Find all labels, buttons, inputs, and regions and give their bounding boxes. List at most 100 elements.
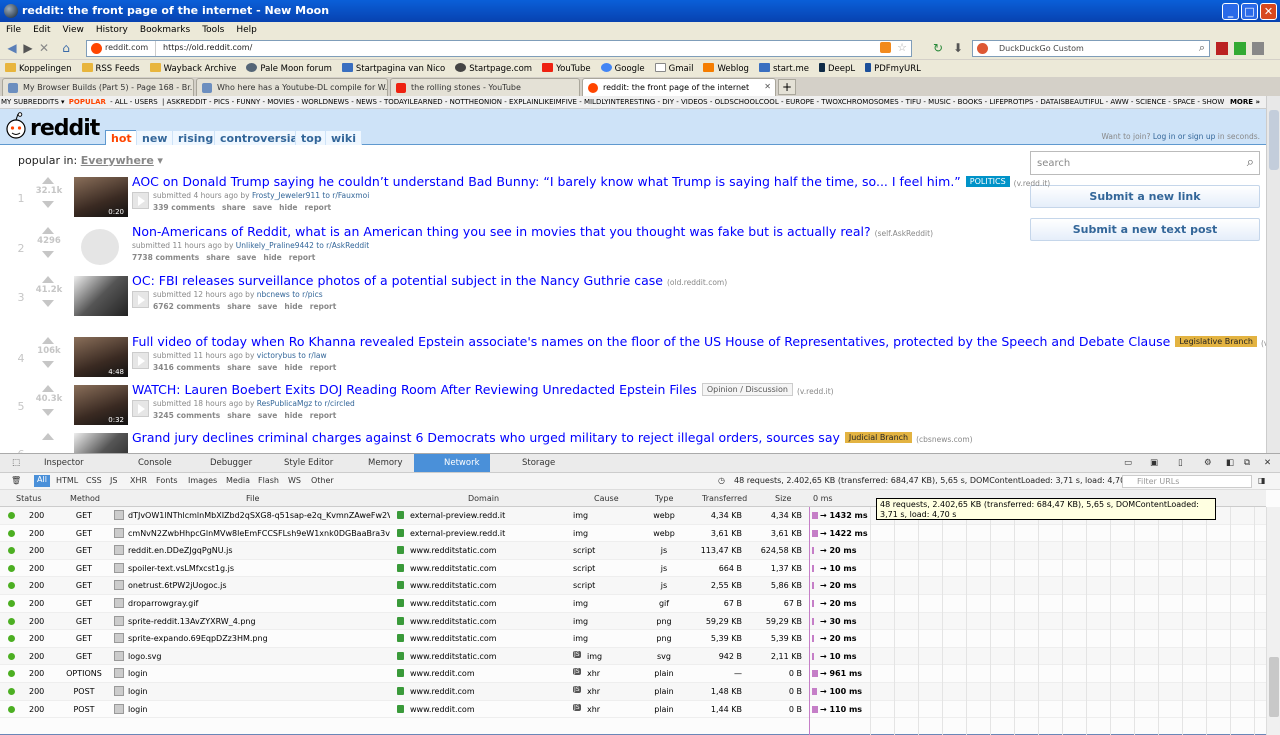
dock-icon[interactable]: ▭ bbox=[1124, 454, 1140, 472]
snoo-logo-icon[interactable] bbox=[5, 112, 27, 140]
bookmark-star-icon[interactable]: ☆ bbox=[897, 41, 907, 54]
post-title-link[interactable]: Non-Americans of Reddit, what is an Amer… bbox=[132, 224, 871, 239]
sr-more-link[interactable]: MORE » bbox=[1223, 96, 1266, 108]
menu-tools[interactable]: Tools bbox=[196, 22, 230, 35]
bookmark-item[interactable]: Google bbox=[596, 60, 650, 74]
col-size[interactable]: Size bbox=[775, 494, 791, 503]
downvote-arrow-icon[interactable] bbox=[42, 300, 54, 307]
share-link[interactable]: share bbox=[206, 253, 230, 262]
save-link[interactable]: save bbox=[258, 302, 278, 311]
my-subreddits-dropdown[interactable]: MY SUBREDDITS ▾ bbox=[0, 96, 66, 106]
close-devtools-icon[interactable]: ✕ bbox=[1264, 454, 1276, 472]
comments-link[interactable]: 3245 comments bbox=[153, 411, 220, 420]
location-dropdown[interactable]: Everywhere bbox=[81, 154, 154, 167]
filter-fonts[interactable]: Fonts bbox=[156, 476, 178, 485]
tab-rising[interactable]: rising bbox=[172, 130, 220, 145]
save-link[interactable]: save bbox=[237, 253, 257, 262]
hide-link[interactable]: hide bbox=[263, 253, 281, 262]
tab[interactable]: the rolling stones - YouTube bbox=[390, 78, 580, 96]
tab-hot[interactable]: hot bbox=[105, 130, 138, 145]
bookmark-item[interactable]: Koppelingen bbox=[0, 60, 77, 74]
self-post-thumbnail[interactable] bbox=[74, 227, 128, 267]
filter-flash[interactable]: Flash bbox=[258, 476, 279, 485]
url-bar[interactable]: reddit.com https://old.reddit.com/ ☆ bbox=[86, 40, 912, 57]
subreddit-link[interactable]: to r/Fauxmoi bbox=[322, 191, 369, 200]
bookmark-item[interactable]: RSS Feeds bbox=[77, 60, 145, 74]
downvote-arrow-icon[interactable] bbox=[42, 361, 54, 368]
pick-element-icon[interactable]: ⬚ bbox=[8, 454, 24, 472]
upvote-arrow-icon[interactable] bbox=[42, 177, 54, 184]
report-link[interactable]: report bbox=[289, 253, 316, 262]
bookmark-item[interactable]: Gmail bbox=[650, 60, 699, 74]
site-identity[interactable]: reddit.com bbox=[91, 43, 148, 54]
sr-list-links[interactable]: | ASKREDDIT - PICS - FUNNY - MOVIES - WO… bbox=[161, 96, 1230, 106]
stop-icon[interactable]: ✕ bbox=[36, 41, 52, 55]
col-transferred[interactable]: Transferred bbox=[702, 494, 747, 503]
subreddit-link[interactable]: to r/pics bbox=[292, 290, 322, 299]
save-link[interactable]: save bbox=[258, 363, 278, 372]
share-link[interactable]: share bbox=[227, 363, 251, 372]
filter-images[interactable]: Images bbox=[188, 476, 217, 485]
upvote-arrow-icon[interactable] bbox=[42, 276, 54, 283]
report-link[interactable]: report bbox=[310, 363, 337, 372]
filter-ws[interactable]: WS bbox=[288, 476, 301, 485]
expando-play-icon[interactable] bbox=[132, 192, 149, 209]
reddit-logo-text[interactable]: reddit bbox=[30, 116, 100, 141]
expando-play-icon[interactable] bbox=[132, 400, 149, 417]
post-domain[interactable]: (old.reddit.com) bbox=[667, 278, 727, 287]
col-status[interactable]: Status bbox=[16, 494, 42, 503]
tab-style-editor[interactable]: Style Editor bbox=[270, 454, 350, 472]
hide-link[interactable]: hide bbox=[279, 203, 297, 212]
bookmark-item[interactable]: YouTube bbox=[537, 60, 596, 74]
post-thumbnail[interactable] bbox=[74, 433, 128, 453]
bookmark-item[interactable]: DeepL bbox=[814, 60, 860, 74]
hide-link[interactable]: hide bbox=[284, 411, 302, 420]
tab-active[interactable]: reddit: the front page of the internet ✕ bbox=[582, 78, 776, 96]
filter-urls-input[interactable]: Filter URLs bbox=[1122, 475, 1252, 488]
filter-media[interactable]: Media bbox=[226, 476, 250, 485]
maximize-button[interactable]: □ bbox=[1241, 3, 1258, 20]
forward-arrow-icon[interactable]: ▶ bbox=[20, 41, 36, 55]
search-icon[interactable]: ⌕ bbox=[1247, 155, 1254, 170]
post-title-link[interactable]: Grand jury declines criminal charges aga… bbox=[132, 430, 840, 445]
author-link[interactable]: nbcnews bbox=[257, 290, 290, 299]
post-flair[interactable]: Legislative Branch bbox=[1175, 336, 1257, 347]
network-scrollbar[interactable] bbox=[1266, 507, 1280, 735]
submit-text-button[interactable]: Submit a new text post bbox=[1030, 218, 1260, 241]
filter-css[interactable]: CSS bbox=[86, 476, 102, 485]
author-link[interactable]: Frosty_Jeweler911 bbox=[252, 191, 320, 200]
bookmark-item[interactable]: Startpagina van Nico bbox=[337, 60, 450, 74]
rss-icon[interactable] bbox=[880, 42, 891, 53]
post-domain[interactable]: (cbsnews.com) bbox=[916, 435, 972, 444]
col-type[interactable]: Type bbox=[655, 494, 673, 503]
post-domain[interactable]: (self.AskReddit) bbox=[875, 229, 933, 238]
subreddit-link[interactable]: to r/circled bbox=[315, 399, 355, 408]
tab-wiki[interactable]: wiki bbox=[325, 130, 363, 145]
post-title-link[interactable]: Full video of today when Ro Khanna revea… bbox=[132, 334, 1170, 349]
new-tab-button[interactable]: + bbox=[778, 79, 796, 95]
url-text[interactable]: https://old.reddit.com/ bbox=[163, 43, 252, 52]
trash-icon[interactable]: 🗑 bbox=[11, 476, 21, 485]
save-link[interactable]: save bbox=[253, 203, 273, 212]
post-title-link[interactable]: AOC on Donald Trump saying he couldn’t u… bbox=[132, 174, 961, 189]
expando-play-icon[interactable] bbox=[132, 352, 149, 369]
bookmark-item[interactable]: PDFmyURL bbox=[860, 60, 926, 74]
comments-link[interactable]: 3416 comments bbox=[153, 363, 220, 372]
reload-icon[interactable]: ↻ bbox=[930, 41, 946, 55]
search-icon[interactable]: ⌕ bbox=[1199, 41, 1205, 55]
bookmark-item[interactable]: start.me bbox=[754, 60, 814, 74]
post-flair[interactable]: Judicial Branch bbox=[844, 432, 913, 443]
report-link[interactable]: report bbox=[310, 302, 337, 311]
tab-network[interactable]: Network bbox=[414, 454, 490, 472]
search-bar[interactable]: DuckDuckGo Custom ⌕ bbox=[972, 40, 1210, 57]
back-arrow-icon[interactable]: ◀ bbox=[4, 41, 20, 55]
home-icon[interactable]: ⌂ bbox=[58, 41, 74, 55]
post-thumbnail[interactable]: 0:20 bbox=[74, 177, 128, 217]
upvote-arrow-icon[interactable] bbox=[42, 385, 54, 392]
menu-edit[interactable]: Edit bbox=[27, 22, 56, 35]
tab-debugger[interactable]: Debugger bbox=[194, 454, 264, 472]
comments-link[interactable]: 339 comments bbox=[153, 203, 215, 212]
filter-other[interactable]: Other bbox=[311, 476, 334, 485]
filter-js[interactable]: JS bbox=[110, 476, 117, 485]
comments-link[interactable]: 6762 comments bbox=[153, 302, 220, 311]
